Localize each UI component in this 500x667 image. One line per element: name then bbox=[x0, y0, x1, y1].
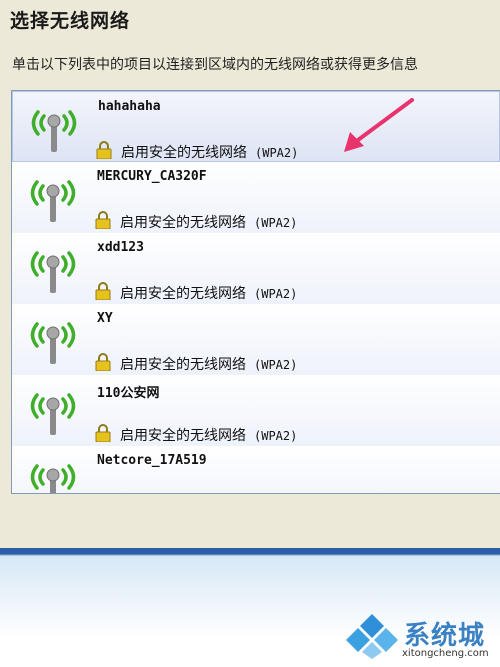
network-ssid: xdd123 bbox=[97, 240, 144, 255]
security-status: 启用安全的无线网络 (WPA2) bbox=[120, 212, 297, 232]
security-label: 启用安全的无线网络 bbox=[120, 215, 246, 231]
page-title: 选择无线网络 bbox=[10, 10, 131, 32]
network-ssid: XY bbox=[97, 311, 113, 326]
security-label: 启用安全的无线网络 bbox=[120, 428, 246, 444]
lock-icon bbox=[95, 282, 111, 300]
network-ssid: 110公安网 bbox=[97, 386, 160, 401]
windows-logo-icon bbox=[346, 614, 398, 659]
network-item[interactable]: XY 启用安全的无线网络 (WPA2) bbox=[12, 304, 500, 375]
security-type: (WPA2) bbox=[254, 358, 298, 372]
lock-icon bbox=[95, 353, 111, 371]
security-status: 启用安全的无线网络 (WPA2) bbox=[120, 354, 297, 374]
pointer-arrow bbox=[344, 98, 414, 152]
security-type: (WPA2) bbox=[255, 146, 299, 160]
wireless-signal-icon bbox=[30, 180, 76, 222]
security-status: 启用安全的无线网络 (WPA2) bbox=[121, 142, 298, 162]
wireless-signal-icon bbox=[31, 110, 77, 152]
page-description: 单击以下列表中的项目以连接到区域内的无线网络或获得更多信息 bbox=[12, 57, 418, 73]
wireless-network-list[interactable]: hahahaha 启用安全的无线网络 (WPA2) MERCURY_CA320F … bbox=[11, 90, 500, 494]
network-ssid: hahahaha bbox=[98, 99, 161, 114]
network-ssid: Netcore_17A519 bbox=[97, 453, 207, 468]
watermark-brand: 系统城 bbox=[404, 621, 486, 651]
security-type: (WPA2) bbox=[254, 287, 298, 301]
network-ssid: MERCURY_CA320F bbox=[97, 169, 207, 184]
lock-icon bbox=[95, 211, 111, 229]
security-label: 启用安全的无线网络 bbox=[120, 286, 246, 302]
security-label: 启用安全的无线网络 bbox=[120, 357, 246, 373]
security-type: (WPA2) bbox=[254, 429, 298, 443]
network-item[interactable]: hahahaha 启用安全的无线网络 (WPA2) bbox=[12, 91, 500, 162]
watermark-url: xitongcheng.com bbox=[402, 648, 489, 659]
network-item[interactable]: Netcore_17A519 bbox=[12, 446, 500, 493]
lock-icon bbox=[95, 424, 111, 442]
wireless-signal-icon bbox=[30, 393, 76, 435]
lock-icon bbox=[96, 141, 112, 159]
network-item[interactable]: MERCURY_CA320F 启用安全的无线网络 (WPA2) bbox=[12, 162, 500, 233]
security-type: (WPA2) bbox=[254, 216, 298, 230]
network-item[interactable]: 110公安网 启用安全的无线网络 (WPA2) bbox=[12, 375, 500, 446]
wireless-signal-icon bbox=[30, 251, 76, 293]
network-item[interactable]: xdd123 启用安全的无线网络 (WPA2) bbox=[12, 233, 500, 304]
wireless-signal-icon bbox=[30, 322, 76, 364]
wireless-signal-icon bbox=[30, 464, 76, 493]
security-status: 启用安全的无线网络 (WPA2) bbox=[120, 283, 297, 303]
security-label: 启用安全的无线网络 bbox=[121, 145, 247, 161]
security-status: 启用安全的无线网络 (WPA2) bbox=[120, 425, 297, 445]
